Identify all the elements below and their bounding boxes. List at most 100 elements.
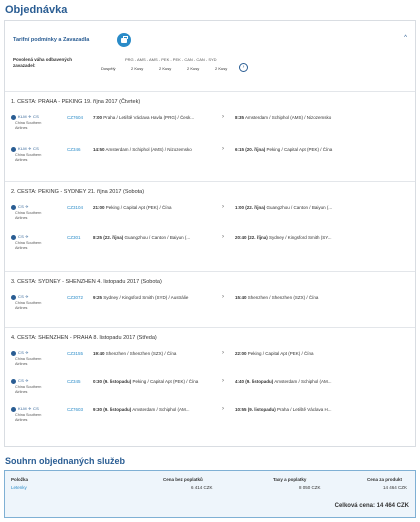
flight-row: KLM ✈ CS China Southern Airlines CZ7604 … bbox=[11, 113, 411, 139]
info-icon[interactable] bbox=[11, 295, 16, 300]
flight-number[interactable]: CZ346 bbox=[67, 147, 81, 152]
departure-time: 19:40 bbox=[93, 351, 105, 356]
arrival-place: Sydney / Kingsford Smith (SY... bbox=[269, 235, 332, 240]
arrival-place: Peking / Capital Apt (PEK) / Čína bbox=[247, 351, 314, 356]
airline-name: China Southern Airlines bbox=[15, 357, 42, 366]
info-icon[interactable] bbox=[11, 407, 16, 412]
departure: 8:25 (22. října) Guangzhou / Canton / Ba… bbox=[93, 235, 215, 240]
departure-place: Peking / Capital Apt (PEK) / Čína bbox=[105, 205, 172, 210]
summary-price: 6 414 CZK bbox=[191, 485, 213, 490]
arrival-time: 6:15 (20. října) bbox=[235, 147, 266, 152]
baggage-label: Povolená váha odbavených zavazadel: bbox=[13, 57, 73, 68]
departure-place: Sydney / Kingsford Smith (SYD) / Austrál… bbox=[103, 295, 189, 300]
flight-row: KLM ✈ CS China Southern Airlines CZ346 1… bbox=[11, 145, 411, 171]
segment-title: 3. CESTA: SYDNEY - SHENZHEN 4. listopadu… bbox=[11, 279, 162, 285]
tariff-title: Tarifní podmínky a Zavazadla bbox=[13, 37, 90, 43]
summary-box: Položka Cena bez poplatků Taxy a poplatk… bbox=[4, 470, 416, 518]
airline-name: China Southern Airlines bbox=[15, 413, 42, 422]
divider bbox=[5, 91, 415, 92]
flight-number[interactable]: CZ301 bbox=[67, 235, 81, 240]
arrow-right-icon: › bbox=[222, 294, 224, 300]
divider bbox=[5, 271, 415, 272]
divider bbox=[5, 181, 415, 182]
departure: 9:30 (9. listopadu) Amsterdam / Schiphol… bbox=[93, 407, 215, 412]
airline-name: China Southern Airlines bbox=[15, 211, 42, 220]
summary-item-link[interactable]: Letenky bbox=[11, 485, 27, 490]
luggage-icon[interactable] bbox=[117, 33, 131, 47]
info-icon[interactable] bbox=[11, 379, 16, 384]
arrival-place: Guangzhou / Canton / Baiyun (... bbox=[266, 205, 333, 210]
arrow-right-icon: › bbox=[222, 204, 224, 210]
flight-number[interactable]: CZ3104 bbox=[67, 205, 83, 210]
arrival-time: 15:40 bbox=[235, 295, 247, 300]
flight-number[interactable]: CZ3155 bbox=[67, 351, 83, 356]
airline-name: China Southern Airlines bbox=[15, 301, 42, 310]
arrow-right-icon: › bbox=[222, 114, 224, 120]
arrival-place: Praha / Letiště Václava H... bbox=[277, 407, 332, 412]
divider bbox=[5, 327, 415, 328]
arrival: 6:15 (20. října) Peking / Capital Apt (P… bbox=[235, 147, 363, 152]
flight-number[interactable]: CZ7604 bbox=[67, 115, 83, 120]
segment-title: 2. CESTA: PEKING - SYDNEY 21. října 2017… bbox=[11, 189, 145, 195]
arrival: 20:40 (22. října) Sydney / Kingsford Smi… bbox=[235, 235, 363, 240]
flight-row: CS ✈ China Southern Airlines CZ345 0:30 … bbox=[11, 377, 411, 403]
airline-logo: CS ✈ bbox=[18, 378, 29, 383]
departure-time: 8:25 (22. října) bbox=[93, 235, 124, 240]
info-icon[interactable] bbox=[11, 351, 16, 356]
flight-row: KLM ✈ CS China Southern Airlines CZ7603 … bbox=[11, 405, 411, 431]
segment-title: 4. CESTA: SHENZHEN - PRAHA 8. listopadu … bbox=[11, 335, 157, 341]
baggage-cell: 2 Kusy bbox=[187, 66, 200, 71]
segment-title: 1. CESTA: PRAHA - PEKING 19. října 2017 … bbox=[11, 99, 141, 105]
passenger-type: Dospělý bbox=[101, 66, 116, 71]
departure-time: 9:25 bbox=[93, 295, 103, 300]
flight-number[interactable]: CZ345 bbox=[67, 379, 81, 384]
info-icon[interactable] bbox=[11, 147, 16, 152]
airline-name: China Southern Airlines bbox=[15, 121, 42, 130]
info-icon[interactable] bbox=[11, 235, 16, 240]
col-taxes-header: Taxy a poplatky bbox=[273, 477, 307, 482]
flight-row: CS ✈ China Southern Airlines CZ3104 21:0… bbox=[11, 203, 411, 229]
arrival: 8:35 Amsterdam / Schiphol (AMS) / Nizoze… bbox=[235, 115, 363, 120]
info-icon[interactable] bbox=[11, 115, 16, 120]
summary-taxes: 8 050 CZK bbox=[299, 485, 321, 490]
summary-title: Souhrn objednaných služeb bbox=[5, 456, 126, 466]
departure: 14:50 Amsterdam / Schiphol (AMS) / Nizoz… bbox=[93, 147, 215, 152]
flight-row: CS ✈ China Southern Airlines CZ3155 19:4… bbox=[11, 349, 411, 375]
info-icon[interactable] bbox=[11, 205, 16, 210]
departure-time: 14:50 bbox=[93, 147, 105, 152]
flight-number[interactable]: CZ3072 bbox=[67, 295, 83, 300]
departure: 7:00 Praha / Letiště Václava Havla (PRG)… bbox=[93, 115, 215, 120]
departure-place: Guangzhou / Canton / Baiyun (... bbox=[124, 235, 191, 240]
arrival: 15:40 Shenzhen / Shenzhen (SZX) / Čína bbox=[235, 295, 363, 300]
arrival: 1:00 (22. října) Guangzhou / Canton / Ba… bbox=[235, 205, 363, 210]
departure: 21:00 Peking / Capital Apt (PEK) / Čína bbox=[93, 205, 215, 210]
flight-number[interactable]: CZ7603 bbox=[67, 407, 83, 412]
arrival: 4:40 (9. listopadu) Amsterdam / Schiphol… bbox=[235, 379, 363, 384]
airline-logo: CS ✈ bbox=[18, 234, 29, 239]
arrival-place: Amsterdam / Schiphol (AMS) / Nizozemsko bbox=[245, 115, 332, 120]
chevron-right-icon[interactable]: › bbox=[239, 63, 248, 72]
col-price-header: Cena bez poplatků bbox=[163, 477, 203, 482]
summary-product-total: 14 464 CZK bbox=[383, 485, 408, 490]
arrival-time: 8:35 bbox=[235, 115, 245, 120]
departure-place: Amsterdam / Schiphol (AMS) / Nizozemsko bbox=[105, 147, 192, 152]
airline-logo: CS ✈ bbox=[18, 204, 29, 209]
airline-logo: KLM ✈ CS bbox=[18, 114, 39, 119]
arrival-place: Peking / Capital Apt (PEK) / Čína bbox=[266, 147, 333, 152]
arrival: 22:00 Peking / Capital Apt (PEK) / Čína bbox=[235, 351, 363, 356]
baggage-cell: 2 Kusy bbox=[215, 66, 228, 71]
arrival-place: Shenzhen / Shenzhen (SZX) / Čína bbox=[247, 295, 319, 300]
airline-logo: CS ✈ bbox=[18, 294, 29, 299]
departure-place: Shenzhen / Shenzhen (SZX) / Čína bbox=[105, 351, 177, 356]
tariff-header[interactable]: Tarifní podmínky a Zavazadla ^ bbox=[9, 31, 411, 53]
departure: 19:40 Shenzhen / Shenzhen (SZX) / Čína bbox=[93, 351, 215, 356]
departure-place: Peking / Capital Apt (PEK) / Čína bbox=[132, 379, 199, 384]
arrival-time: 22:00 bbox=[235, 351, 247, 356]
airline-logo: CS ✈ bbox=[18, 350, 29, 355]
chevron-up-icon[interactable]: ^ bbox=[404, 35, 407, 41]
airline-logo: KLM ✈ CS bbox=[18, 146, 39, 151]
airline-logo: KLM ✈ CS bbox=[18, 406, 39, 411]
flight-row: CS ✈ China Southern Airlines CZ3072 9:25… bbox=[11, 293, 411, 319]
departure-time: 7:00 bbox=[93, 115, 103, 120]
arrow-right-icon: › bbox=[222, 406, 224, 412]
